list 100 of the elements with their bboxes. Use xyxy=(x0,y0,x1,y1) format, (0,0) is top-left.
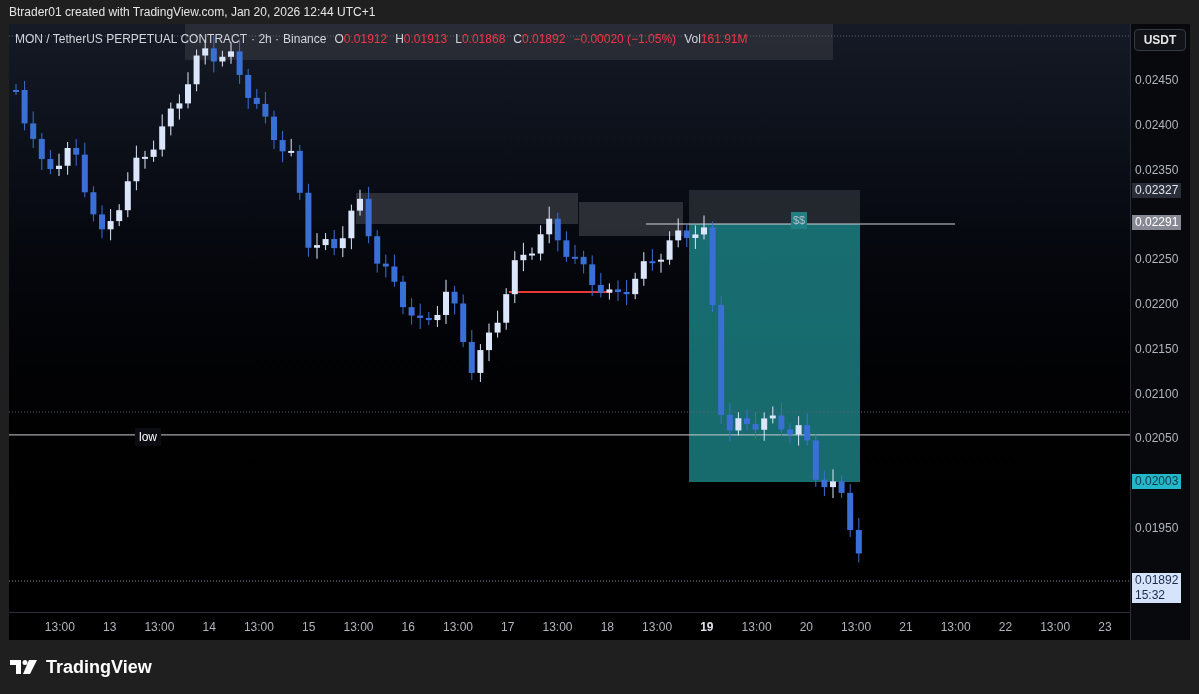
time-label: 15 xyxy=(301,618,317,636)
candle xyxy=(99,204,105,239)
line-label: $$ xyxy=(791,212,808,229)
time-label: 20 xyxy=(798,618,815,636)
candle xyxy=(219,50,226,67)
candle xyxy=(795,415,802,447)
time-label: 13:00 xyxy=(143,618,176,636)
price-label: 0.02100 xyxy=(1134,386,1180,402)
time-label: 13:00 xyxy=(740,618,773,636)
price-marker: 0.02327 xyxy=(1132,183,1182,199)
candle xyxy=(580,250,587,274)
time-label: 13:00 xyxy=(1039,618,1072,636)
candle xyxy=(778,403,785,437)
candle xyxy=(391,254,398,288)
candle xyxy=(529,247,535,261)
candle xyxy=(314,232,320,260)
candle xyxy=(572,244,578,265)
time-label: 21 xyxy=(898,618,914,636)
candle xyxy=(451,285,458,315)
candle xyxy=(821,470,828,497)
candle xyxy=(150,140,157,163)
candle xyxy=(13,83,19,96)
candle xyxy=(563,230,570,263)
candle xyxy=(434,305,441,328)
change-value: −0.00020 (−1.05%) xyxy=(573,31,677,48)
time-label: 16 xyxy=(400,618,416,636)
price-marker: 0.02291 xyxy=(1132,215,1182,231)
candle xyxy=(838,474,845,499)
candle xyxy=(64,141,71,176)
candle xyxy=(193,49,200,92)
candle xyxy=(494,310,501,339)
ohlc-value: C0.01892 xyxy=(513,31,566,48)
candle xyxy=(787,422,793,445)
candle xyxy=(408,297,415,326)
candle xyxy=(357,189,363,217)
candle xyxy=(176,93,183,121)
time-label: 19 xyxy=(699,618,715,636)
candle xyxy=(90,185,97,222)
volume-value: Vol161.91M xyxy=(684,31,748,48)
price-label: 0.02350 xyxy=(1134,162,1180,178)
price-label: 0.02150 xyxy=(1134,341,1180,357)
time-label: 18 xyxy=(599,618,615,636)
price-label: 0.02050 xyxy=(1134,431,1180,447)
symbol-title: MON / TetherUS PERPETUAL CONTRACT xyxy=(15,31,248,48)
candle xyxy=(692,224,699,250)
time-label: 23 xyxy=(1097,618,1113,636)
candle xyxy=(735,411,742,436)
candle xyxy=(133,145,140,191)
candle xyxy=(615,279,621,302)
chart-credit: Btrader01 created with TradingView.com, Jan 20, 2026 12:44 UTC+1 xyxy=(9,4,376,21)
candle xyxy=(107,208,114,241)
ohlc-value: L0.01868 xyxy=(455,31,506,48)
price-label: 0.02450 xyxy=(1134,73,1180,88)
time-label: 13:00 xyxy=(43,618,76,636)
price-label: 0.02400 xyxy=(1134,117,1180,133)
candle xyxy=(47,149,54,175)
ohlc-value: O0.01912 xyxy=(334,31,388,48)
candle xyxy=(701,214,707,240)
interval-label: · 2h · xyxy=(251,31,280,48)
candle xyxy=(443,279,449,325)
candle xyxy=(142,150,148,170)
time-label: 17 xyxy=(500,618,516,636)
candle xyxy=(477,343,484,383)
candle xyxy=(228,41,234,65)
candle xyxy=(520,242,527,272)
candle xyxy=(365,186,372,244)
candle xyxy=(271,110,277,150)
price-label: 0.02200 xyxy=(1134,297,1180,312)
line-label: low xyxy=(135,428,161,446)
candle xyxy=(744,408,750,432)
candle xyxy=(185,71,191,109)
time-label: 13:00 xyxy=(939,618,972,636)
time-label: 14 xyxy=(201,618,217,636)
price-label: 0.01950 xyxy=(1134,521,1180,536)
candle xyxy=(752,411,759,440)
candle xyxy=(279,130,286,163)
candle xyxy=(658,253,664,274)
candle xyxy=(348,204,355,250)
time-label: 13:00 xyxy=(541,618,574,636)
time-label: 13 xyxy=(101,618,118,636)
candle xyxy=(649,248,656,272)
candle xyxy=(537,224,544,262)
time-label: 13:00 xyxy=(641,618,674,636)
time-label: 13:00 xyxy=(342,618,375,636)
currency-button[interactable]: USDT xyxy=(1134,29,1186,51)
candle xyxy=(400,275,406,315)
ohlc-value: H0.01913 xyxy=(395,31,448,48)
candle xyxy=(830,468,836,499)
candle xyxy=(56,153,62,177)
time-label: 22 xyxy=(997,618,1014,636)
time-label: 13:00 xyxy=(242,618,275,636)
candle xyxy=(262,91,269,125)
exchange-label: Binance xyxy=(283,31,327,48)
brand-name: TradingView xyxy=(46,655,152,679)
candle xyxy=(21,80,28,131)
logo-icon xyxy=(10,659,40,675)
candle xyxy=(606,282,613,301)
price-label: 0.02250 xyxy=(1134,252,1180,268)
candle xyxy=(623,279,630,306)
price-marker: 0.02003 xyxy=(1132,473,1182,489)
